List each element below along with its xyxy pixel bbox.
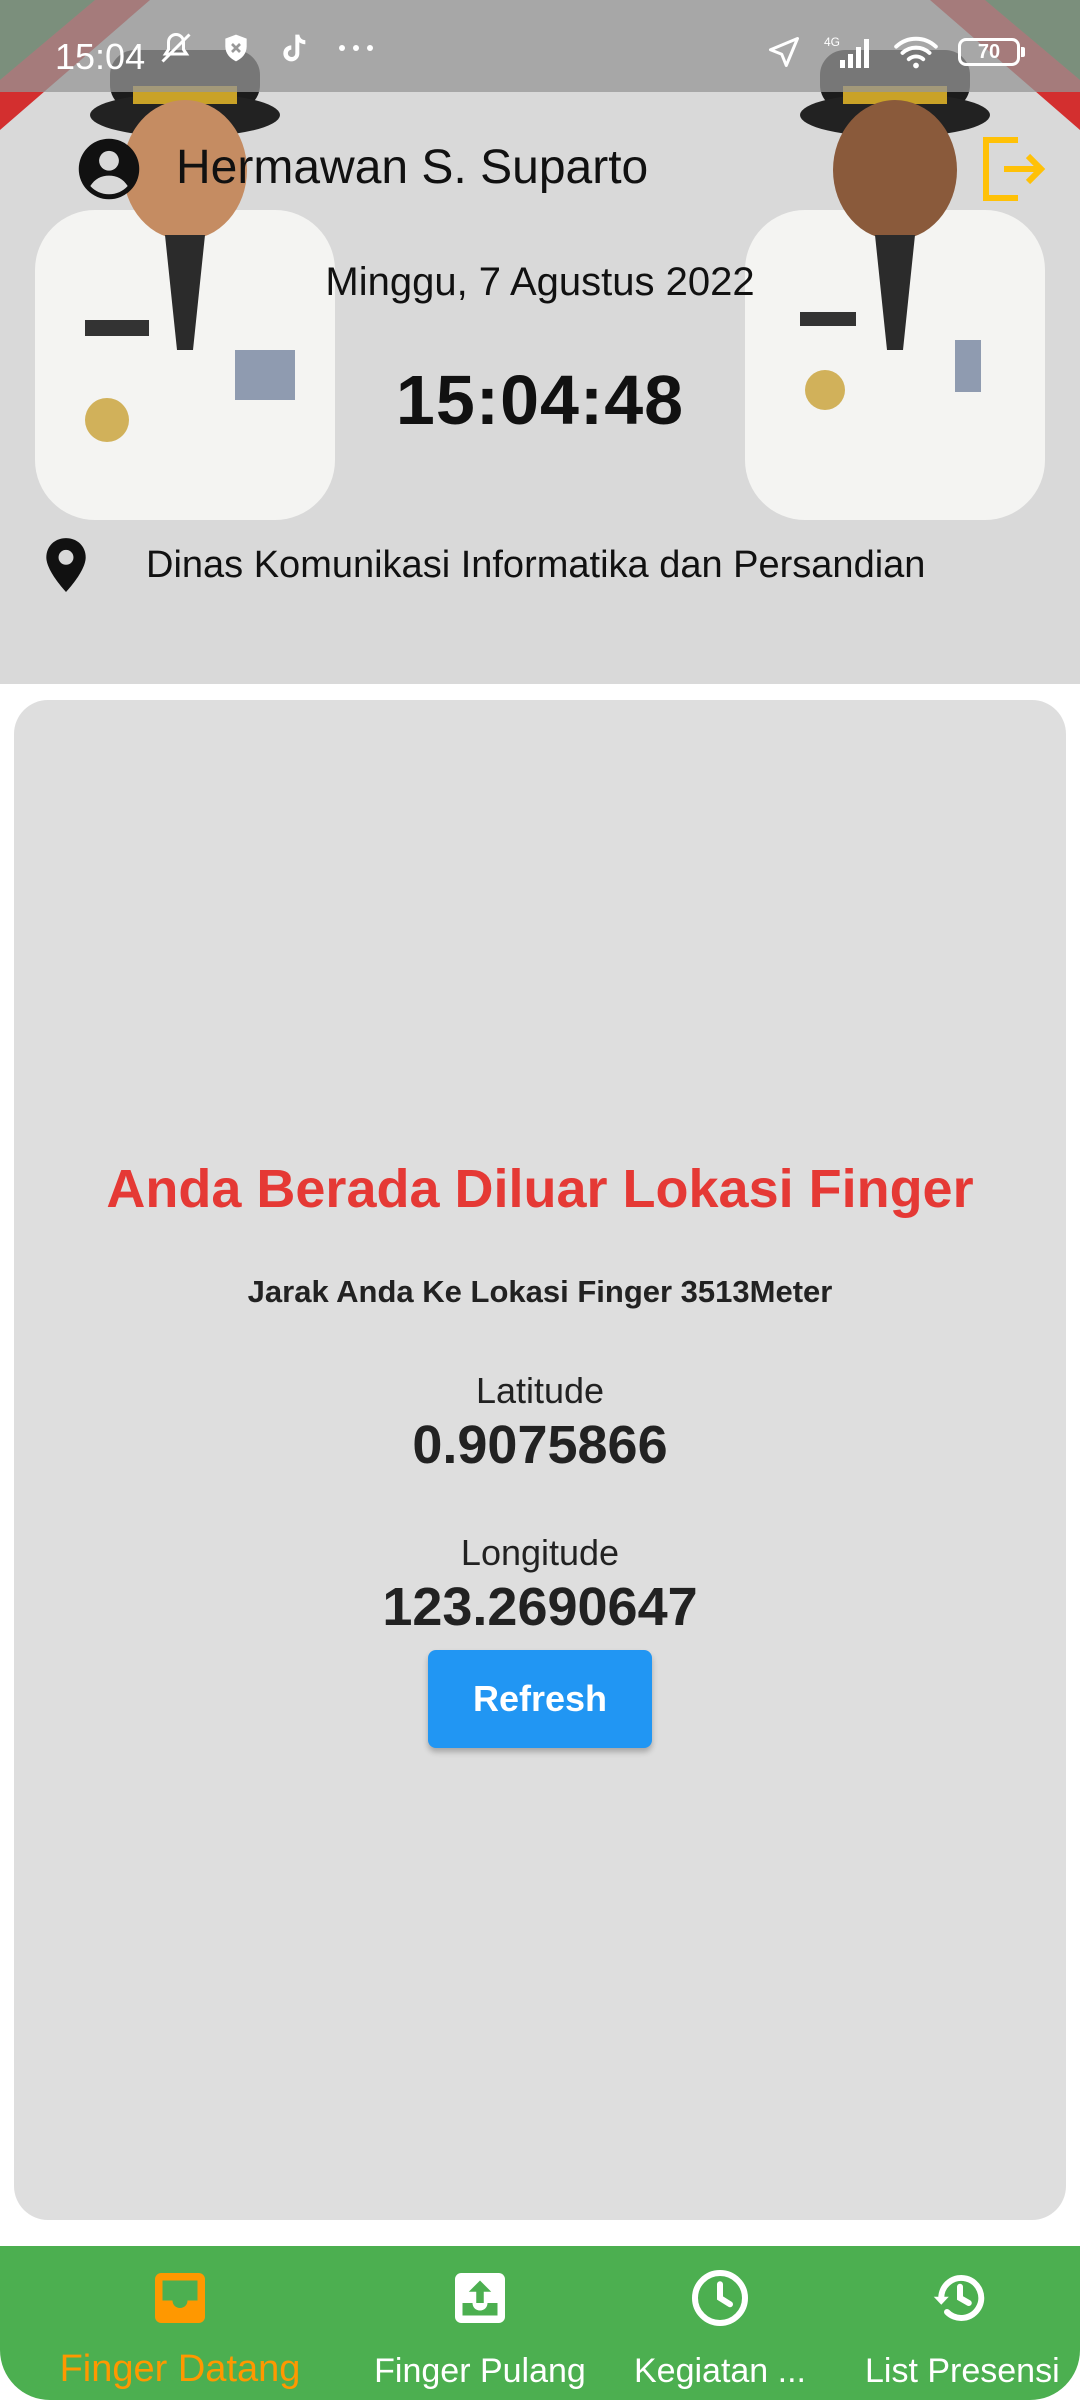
current-date: Minggu, 7 Agustus 2022 xyxy=(325,260,755,304)
location-status-card: Anda Berada Diluar Lokasi Finger Jarak A… xyxy=(14,700,1066,2220)
nav-finger-datang[interactable]: Finger Datang xyxy=(55,2246,305,2400)
nav-finger-pulang[interactable]: Finger Pulang xyxy=(355,2246,605,2400)
upload-box-icon xyxy=(455,2273,505,2323)
nav-label-kegiatan: Kegiatan ... xyxy=(633,2352,806,2390)
status-bar: 15:04 4G 70 xyxy=(0,0,1080,92)
battery-indicator: 70 xyxy=(958,38,1025,66)
location-pin-icon xyxy=(46,538,86,592)
nav-label-list-presensi: List Presensi xyxy=(865,2352,1060,2390)
tiktok-icon xyxy=(278,32,310,64)
nav-kegiatan[interactable]: Kegiatan ... xyxy=(595,2246,845,2400)
distance-text: Jarak Anda Ke Lokasi Finger 3513Meter xyxy=(247,1274,833,1309)
nav-list-presensi[interactable]: List Presensi xyxy=(835,2246,1080,2400)
shield-icon xyxy=(220,32,252,64)
more-icon xyxy=(336,42,376,54)
wifi-icon xyxy=(894,34,938,70)
office-location-name: Dinas Komunikasi Informatika dan Persand… xyxy=(146,543,926,586)
location-row: Dinas Komunikasi Informatika dan Persand… xyxy=(40,536,925,594)
status-icons-left xyxy=(158,30,376,66)
logout-icon[interactable] xyxy=(980,134,1046,204)
status-icons-right: 4G 70 xyxy=(766,34,1025,70)
network-type: 4G xyxy=(824,35,840,49)
clock-icon xyxy=(692,2270,748,2326)
history-icon xyxy=(933,2275,985,2321)
navigation-arrow-icon xyxy=(766,34,802,70)
latitude-value: 0.9075866 xyxy=(412,1415,668,1475)
signal-icon: 4G xyxy=(822,34,874,70)
nav-label-finger-pulang: Finger Pulang xyxy=(374,2352,586,2390)
inbox-tray-icon xyxy=(155,2273,205,2323)
longitude-label: Longitude xyxy=(460,1532,620,1573)
nav-label-finger-datang: Finger Datang xyxy=(59,2348,301,2390)
current-time: 15:04:48 xyxy=(395,361,685,439)
longitude-value: 123.2690647 xyxy=(382,1577,698,1637)
screen: Hermawan S. Suparto Minggu, 7 Agustus 20… xyxy=(0,0,1080,2400)
user-name: Hermawan S. Suparto xyxy=(176,141,649,194)
refresh-button[interactable]: Refresh xyxy=(428,1650,652,1748)
latitude-label: Latitude xyxy=(475,1370,605,1411)
header-banner: Hermawan S. Suparto Minggu, 7 Agustus 20… xyxy=(0,0,1080,684)
status-time: 15:04 xyxy=(55,36,146,77)
mute-icon xyxy=(158,30,194,66)
out-of-range-warning: Anda Berada Diluar Lokasi Finger xyxy=(106,1159,974,1219)
account-circle-icon xyxy=(78,138,140,200)
bottom-navigation: Finger Datang Finger Pulang Kegiatan ... xyxy=(0,2246,1080,2400)
